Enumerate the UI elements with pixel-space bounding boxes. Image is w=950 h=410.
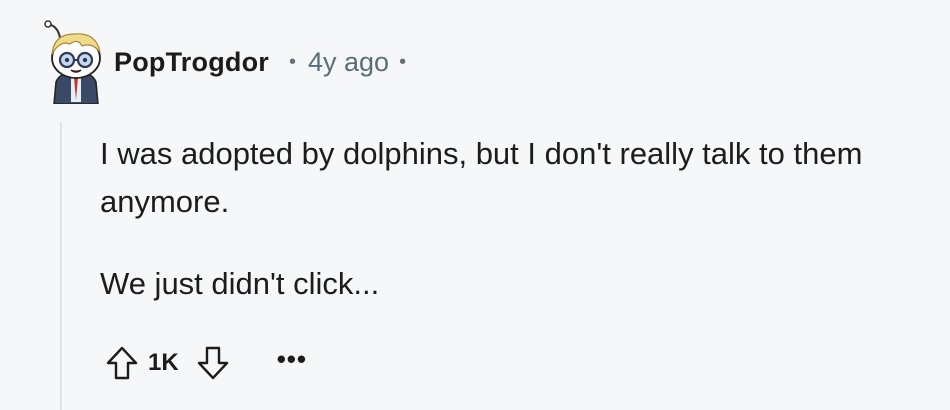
- arrow-up-icon: [106, 346, 138, 380]
- meta-separator: •: [288, 50, 296, 73]
- arrow-down-icon: [197, 346, 228, 380]
- comment-author[interactable]: PopTrogdor: [114, 47, 269, 78]
- meta-separator-trailing: •: [399, 50, 407, 73]
- comment-paragraph: We just didn't click...: [100, 266, 380, 301]
- upvote-button[interactable]: [100, 341, 144, 385]
- comment-header: PopTrogdor • 4y ago •: [38, 20, 406, 104]
- vote-score: 1K: [148, 349, 179, 376]
- comment-paragraph: I was adopted by dolphins, but I don't r…: [100, 136, 863, 219]
- comment-timestamp[interactable]: 4y ago: [308, 47, 389, 78]
- comment-actions: 1K •••: [100, 338, 307, 388]
- comment-body: I was adopted by dolphins, but I don't r…: [100, 130, 930, 342]
- comment-card: PopTrogdor • 4y ago • I was adopted by d…: [0, 0, 950, 410]
- ellipsis-icon: •••: [276, 344, 307, 374]
- thread-line[interactable]: [60, 122, 62, 410]
- snoo-avatar-icon[interactable]: [38, 20, 114, 104]
- more-options-button[interactable]: •••: [277, 346, 307, 377]
- downvote-button[interactable]: [191, 341, 235, 385]
